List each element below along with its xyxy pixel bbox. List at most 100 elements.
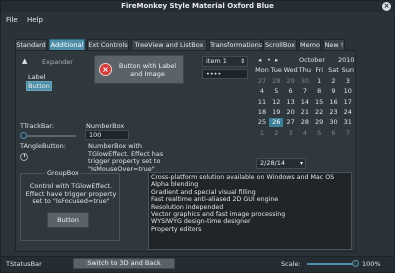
memo-line: Cross-platform solution available on Win… <box>151 174 335 181</box>
label-text: Label <box>28 73 46 81</box>
calendar-day[interactable]: 29 <box>312 118 326 127</box>
close-icon[interactable]: × <box>382 2 391 11</box>
groupbox: GroupBox Control with TGlowEffect. Effec… <box>20 169 120 241</box>
prev-month-icon[interactable]: ◂ <box>258 56 261 64</box>
calendar-day[interactable]: 24 <box>341 108 355 117</box>
groupbox-button[interactable]: Button <box>47 212 89 228</box>
calendar-day[interactable]: 4 <box>255 87 269 96</box>
spin-arrows-icon[interactable]: ⇕ <box>240 57 245 66</box>
calendar-day[interactable]: 8 <box>312 87 326 96</box>
trackbar[interactable] <box>20 132 76 139</box>
calendar-day[interactable]: 6 <box>327 129 341 138</box>
calendar-day[interactable]: 1 <box>255 129 269 138</box>
trackbar-thumb[interactable] <box>20 132 27 139</box>
trackbar-track <box>24 135 76 137</box>
stop-icon: × <box>99 63 112 76</box>
calendar-day[interactable]: 28 <box>269 77 283 86</box>
calendar-day[interactable]: 23 <box>327 108 341 117</box>
angle-button[interactable] <box>20 153 28 161</box>
calendar-day[interactable]: 27 <box>255 77 269 86</box>
password-field[interactable]: •••• <box>202 69 248 79</box>
numberbox-label: NumberBox <box>86 122 125 130</box>
calendar-day[interactable]: 2 <box>327 77 341 86</box>
calendar-weekday: Mon <box>255 66 269 74</box>
groupbox-text: Control with TGlowEffect. Effect have tr… <box>25 182 117 205</box>
calendar-weekday: Sun <box>341 66 354 74</box>
calendar-weekday: Fri <box>315 66 324 74</box>
main-window: FireMonkey Style Material Oxford Blue × … <box>0 0 395 273</box>
calendar-day[interactable]: 15 <box>312 98 326 107</box>
calendar-day[interactable]: 27 <box>284 118 298 127</box>
calendar-day[interactable]: 18 <box>255 108 269 117</box>
memo-line: Fast realtime anti-aliased 2D GUI engine <box>151 196 279 204</box>
numberbox[interactable]: 100 <box>85 130 129 140</box>
calendar-day[interactable]: 21 <box>298 108 312 117</box>
calendar-day[interactable]: 25 <box>255 118 269 127</box>
combo-box[interactable]: item 1 ⇕ <box>202 56 248 67</box>
calendar-day[interactable]: 12 <box>269 98 283 107</box>
angle-indicator <box>24 154 25 157</box>
scale-thumb[interactable] <box>352 260 359 267</box>
calendar-month[interactable]: October <box>299 56 325 64</box>
calendar: ◂ • ▸ October 2010 Mon Tue Wed Thu Fri Sat Sun… <box>254 55 356 137</box>
calendar-day[interactable]: 10 <box>341 87 355 96</box>
calendar-day[interactable]: 7 <box>298 87 312 96</box>
expander-arrow-icon[interactable]: ▲ <box>22 57 27 65</box>
calendar-day[interactable]: 28 <box>298 118 312 127</box>
calendar-day[interactable]: 20 <box>284 108 298 117</box>
calendar-day[interactable]: 4 <box>298 129 312 138</box>
calendar-day[interactable]: 30 <box>327 118 341 127</box>
memo-line: Vector graphics and fast image processin… <box>151 211 286 218</box>
memo-line: Alpha blending <box>151 181 199 189</box>
date-edit[interactable]: 2/28/14 ▾ <box>256 158 306 169</box>
memo-line: Resolution independed <box>151 203 224 211</box>
calendar-day[interactable]: 16 <box>327 98 341 107</box>
memo[interactable]: Cross-platform solution available on Win… <box>148 172 352 250</box>
calendar-day[interactable]: 1 <box>312 77 326 86</box>
dropdown-icon[interactable]: ▾ <box>300 159 303 168</box>
date-value: 2/28/14 <box>260 159 286 167</box>
calendar-weekday: Sat <box>328 66 339 74</box>
calendar-day[interactable]: 9 <box>327 87 341 96</box>
calendar-day[interactable]: 5 <box>312 129 326 138</box>
small-button[interactable]: Button <box>26 81 52 91</box>
calendar-day[interactable]: 22 <box>312 108 326 117</box>
calendar-day[interactable]: 3 <box>341 77 355 86</box>
calendar-day[interactable]: 3 <box>284 129 298 138</box>
calendar-day[interactable]: 2 <box>269 129 283 138</box>
calendar-day[interactable]: 14 <box>298 98 312 107</box>
calendar-day[interactable]: 13 <box>284 98 298 107</box>
menu-file[interactable]: File <box>6 16 18 24</box>
calendar-day[interactable]: 17 <box>341 98 355 107</box>
calendar-day[interactable]: 6 <box>284 87 298 96</box>
calendar-day[interactable]: 29 <box>284 77 298 86</box>
image-button-label: Button with Label and Image <box>118 62 177 78</box>
calendar-day[interactable]: 26 <box>269 118 284 128</box>
trackbar-label: TTrackBar: <box>20 122 55 130</box>
calendar-day[interactable]: 7 <box>341 129 355 138</box>
scale-fill <box>307 263 353 265</box>
menu-bar: File Help <box>1 14 394 26</box>
switch-3d-button[interactable]: Switch to 3D and Back <box>73 258 175 269</box>
next-month-icon[interactable]: ▸ <box>275 56 278 64</box>
calendar-day[interactable]: 5 <box>269 87 283 96</box>
calendar-weekday: Thu <box>298 66 311 74</box>
combo-value: item 1 <box>206 57 227 65</box>
glow-effect-note: NumberBox with TGlowEffect. Effect has t… <box>88 142 164 173</box>
calendar-day[interactable]: 11 <box>255 98 269 107</box>
menu-help[interactable]: Help <box>27 16 43 24</box>
expander-label[interactable]: Expander <box>42 58 73 66</box>
groupbox-title: GroupBox <box>45 169 81 177</box>
calendar-day[interactable]: 19 <box>269 108 283 117</box>
image-button[interactable]: × Button with Label and Image <box>94 55 184 84</box>
status-label: TStatusBar <box>6 260 42 268</box>
calendar-day[interactable]: 31 <box>341 118 355 127</box>
today-icon[interactable]: • <box>267 56 271 64</box>
calendar-weekday: Tue <box>270 66 282 74</box>
calendar-day[interactable]: 30 <box>298 77 312 86</box>
calendar-year[interactable]: 2010 <box>338 56 355 64</box>
memo-line: Property editors <box>151 225 202 233</box>
scale-value: 100% <box>362 260 381 268</box>
scale-slider[interactable] <box>307 260 359 268</box>
calendar-weekday: Wed <box>283 66 298 74</box>
